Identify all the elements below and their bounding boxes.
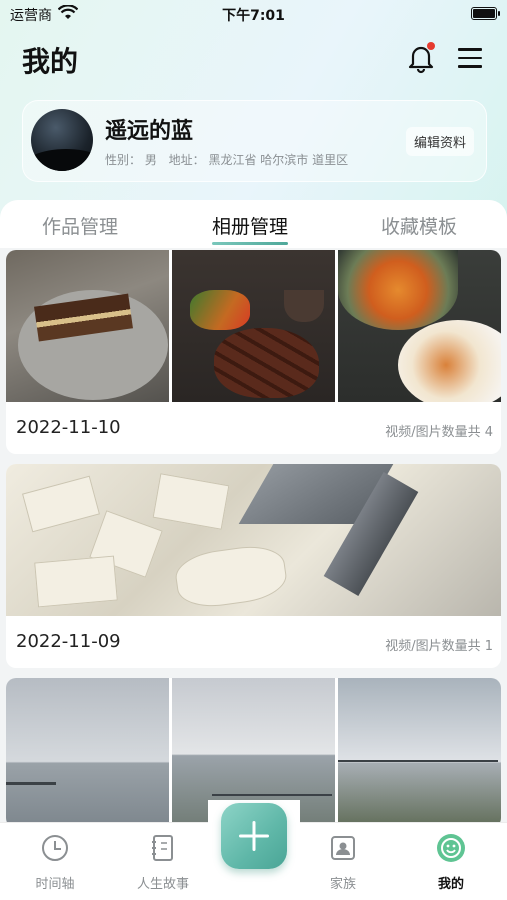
tab-favorites[interactable]: 收藏模板 xyxy=(381,212,457,239)
tab-works[interactable]: 作品管理 xyxy=(42,212,118,239)
album-date: 2022-11-09 xyxy=(16,631,121,652)
clock-icon xyxy=(42,835,68,861)
address-text: 地址： 黑龙江省 哈尔滨市 道里区 xyxy=(168,153,349,167)
hamburger-icon xyxy=(456,48,484,68)
battery-icon xyxy=(471,7,500,20)
album-photo[interactable] xyxy=(172,250,335,402)
album-photo[interactable] xyxy=(6,678,169,828)
nav-life-story[interactable]: 人生故事 xyxy=(128,833,198,892)
avatar[interactable] xyxy=(31,109,93,171)
notification-button[interactable] xyxy=(405,42,437,74)
add-button[interactable] xyxy=(221,803,287,869)
smiley-profile-icon xyxy=(437,834,465,862)
album-count: 视频/图片数量共 1 xyxy=(385,639,493,654)
nav-label: 人生故事 xyxy=(136,877,189,892)
album-photo[interactable] xyxy=(338,678,501,828)
notification-dot xyxy=(427,42,435,50)
nav-label: 时间轴 xyxy=(35,877,75,892)
status-bar: 运营商 下午7:01 xyxy=(0,0,507,28)
user-meta: 性别： 男 地址： 黑龙江省 哈尔滨市 道里区 xyxy=(105,151,356,168)
family-photo-icon xyxy=(331,836,355,860)
album-date: 2022-11-10 xyxy=(16,417,121,438)
username: 遥远的蓝 xyxy=(105,119,194,144)
tab-bar: 作品管理 相册管理 收藏模板 xyxy=(0,200,507,248)
notebook-icon xyxy=(152,835,173,861)
profile-card[interactable]: 遥远的蓝 性别： 男 地址： 黑龙江省 哈尔滨市 道里区 编辑资料 xyxy=(22,100,487,182)
album-photo[interactable] xyxy=(6,464,501,616)
gender-text: 性别： 男 xyxy=(105,153,157,167)
edit-profile-button[interactable]: 编辑资料 xyxy=(405,127,474,156)
nav-label: 我的 xyxy=(437,877,464,892)
tab-albums[interactable]: 相册管理 xyxy=(212,212,289,245)
nav-mine[interactable]: 我的 xyxy=(416,833,486,892)
nav-label: 家族 xyxy=(329,877,356,892)
album-photo[interactable] xyxy=(6,250,169,402)
menu-button[interactable] xyxy=(456,44,484,72)
album-count: 视频/图片数量共 4 xyxy=(385,425,493,440)
album-card[interactable]: 2022-11-09 视频/图片数量共 1 xyxy=(6,464,501,668)
nav-family[interactable]: 家族 xyxy=(308,833,378,892)
album-photos xyxy=(6,250,501,402)
album-card[interactable]: 2022-11-10 视频/图片数量共 4 xyxy=(6,250,501,454)
clock-time: 下午7:01 xyxy=(222,8,285,24)
nav-timeline[interactable]: 时间轴 xyxy=(20,833,90,892)
album-photo[interactable] xyxy=(338,250,501,402)
album-photos xyxy=(6,464,501,616)
page-title: 我的 xyxy=(22,45,79,78)
